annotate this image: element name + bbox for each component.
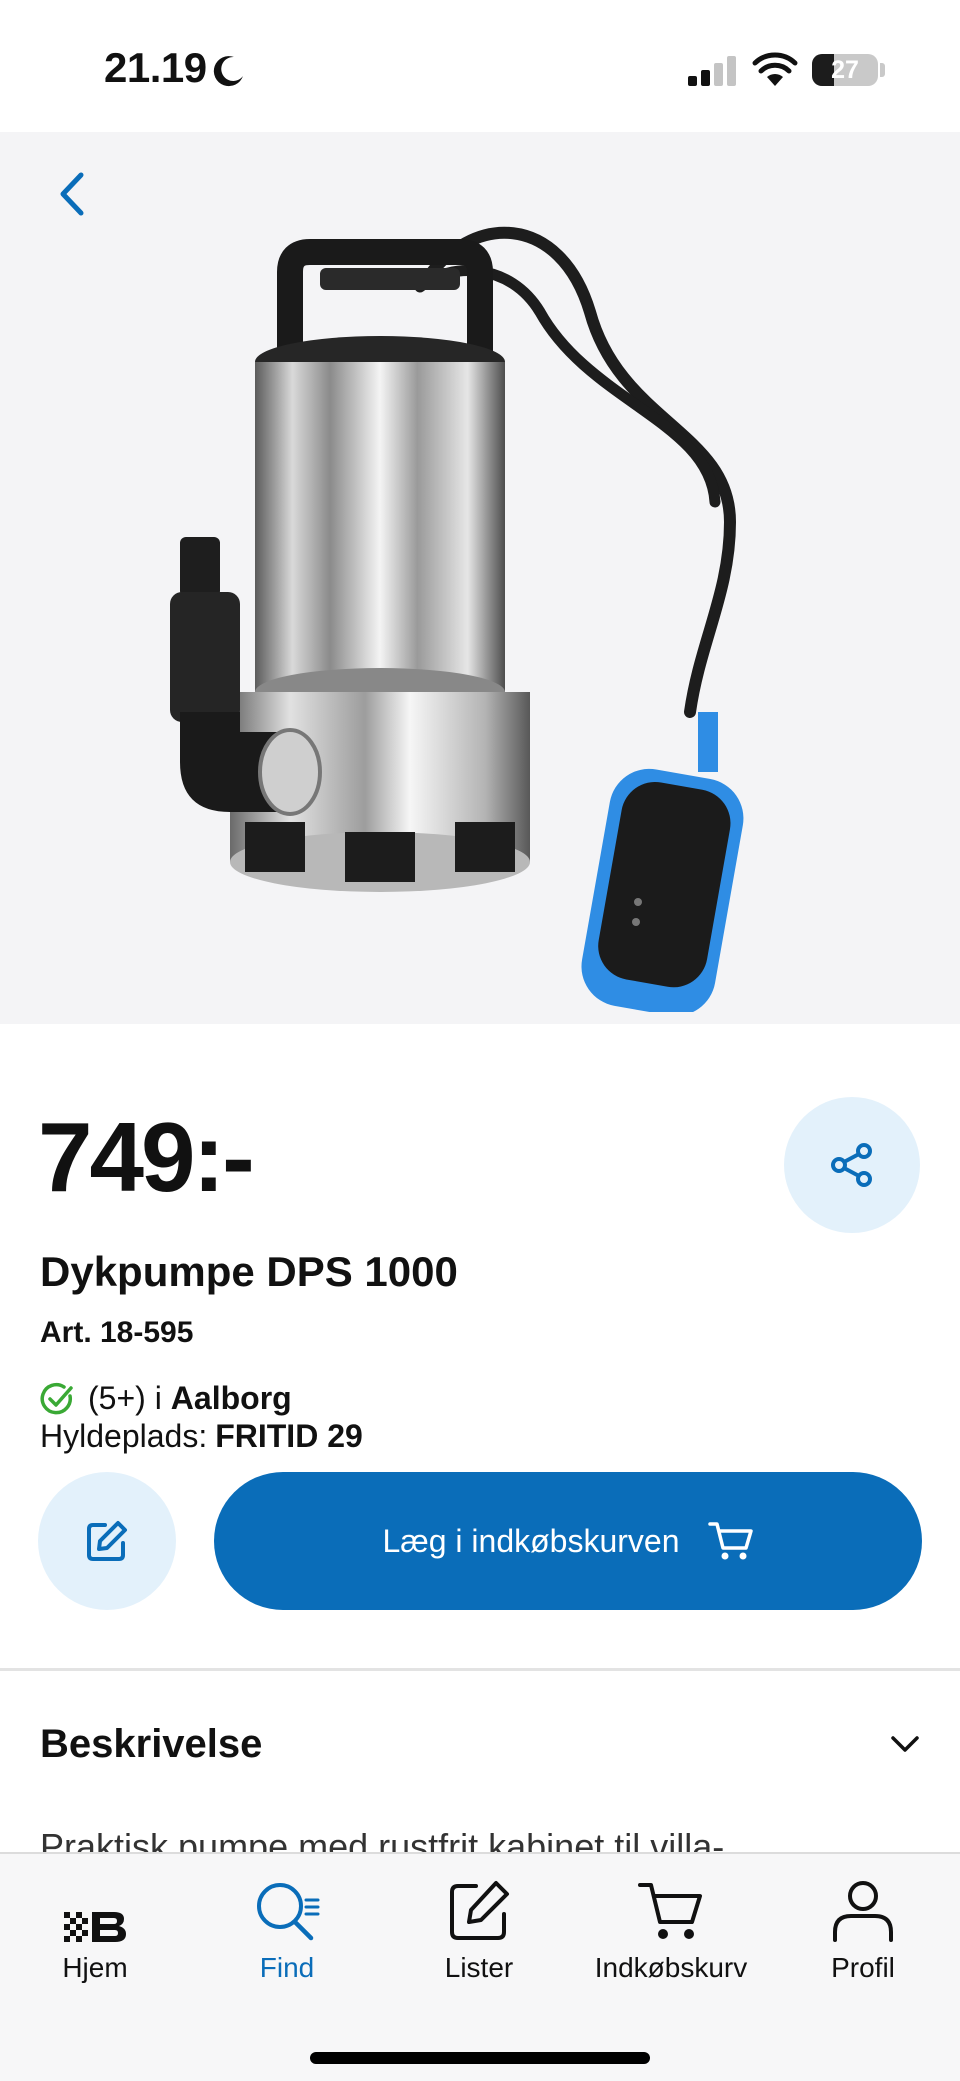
add-to-cart-button[interactable]: Læg i indkøbskurven xyxy=(214,1472,922,1610)
product-title: Dykpumpe DPS 1000 xyxy=(40,1248,458,1295)
product-price: 749:- xyxy=(38,1102,255,1212)
moon-icon xyxy=(213,56,243,87)
shelf-label: Hyldeplads: xyxy=(40,1418,208,1454)
status-time: 21.19 xyxy=(104,44,207,91)
stock-count: (5+) i xyxy=(88,1380,162,1416)
stock-status: (5+) i Aalborg xyxy=(40,1380,292,1417)
status-bar: 21.19 27 xyxy=(0,0,960,132)
chevron-down-icon xyxy=(891,1736,919,1752)
section-divider xyxy=(0,1668,960,1671)
tab-label-lister: Lister xyxy=(444,1952,514,1983)
search-list-icon xyxy=(257,1883,320,1941)
store-name[interactable]: Aalborg xyxy=(171,1380,292,1417)
tab-indkobskurv[interactable]: Indkøbskurv xyxy=(576,1874,766,1984)
chevron-left-icon xyxy=(60,172,84,216)
description-accordion[interactable]: Beskrivelse xyxy=(40,1714,920,1774)
share-button[interactable] xyxy=(784,1097,920,1233)
cart-icon xyxy=(707,1522,753,1560)
tab-profil[interactable]: Profil xyxy=(768,1874,958,1984)
tab-lister[interactable]: Lister xyxy=(384,1874,574,1984)
product-image-area xyxy=(0,132,960,1024)
article-number: Art. 18-595 xyxy=(40,1316,194,1349)
share-icon xyxy=(831,1143,872,1187)
shelf-value: FRITID 29 xyxy=(215,1418,363,1454)
add-to-list-button[interactable] xyxy=(38,1472,176,1610)
submersible-pump-image xyxy=(170,226,744,1012)
bauhaus-logo-icon xyxy=(64,1912,126,1942)
battery-icon: 27 xyxy=(812,54,878,86)
description-title: Beskrivelse xyxy=(40,1721,263,1766)
cell-signal-icon xyxy=(688,56,736,86)
shelf-location: Hyldeplads: FRITID 29 xyxy=(40,1418,363,1455)
back-button[interactable] xyxy=(44,158,100,230)
tab-hjem[interactable]: Hjem xyxy=(0,1874,190,1984)
tab-label-indkobskurv: Indkøbskurv xyxy=(594,1952,748,1983)
wifi-icon xyxy=(752,52,798,86)
person-icon xyxy=(833,1881,893,1942)
cart-icon xyxy=(638,1883,702,1939)
tab-find[interactable]: Find xyxy=(192,1874,382,1984)
tab-label-hjem: Hjem xyxy=(62,1952,128,1983)
add-to-cart-label: Læg i indkøbskurven xyxy=(382,1522,680,1559)
check-circle-icon xyxy=(40,1382,73,1414)
battery-percent: 27 xyxy=(831,56,859,84)
tab-label-find: Find xyxy=(259,1952,315,1983)
home-indicator xyxy=(310,2052,650,2064)
edit-note-icon xyxy=(450,1881,509,1940)
edit-note-icon xyxy=(87,1521,127,1561)
bottom-tab-bar: Hjem Find Lister Indkøbskurv Profil xyxy=(0,1852,960,2081)
tab-label-profil: Profil xyxy=(831,1952,895,1983)
